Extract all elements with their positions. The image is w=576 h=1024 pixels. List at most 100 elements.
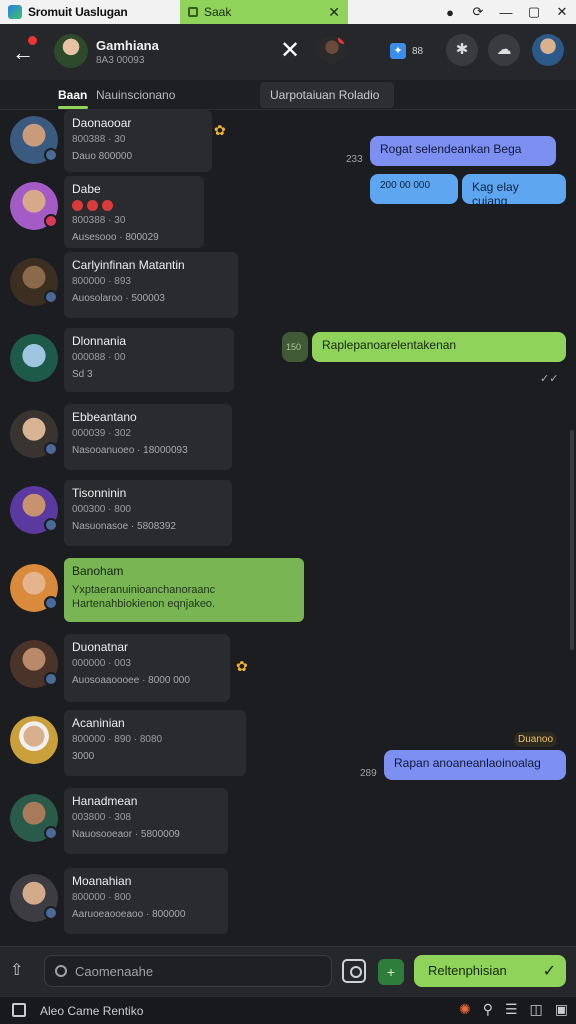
list-item[interactable]: Dabe 800388 · 30 Ausesooo · 800029 — [0, 176, 250, 254]
add-button[interactable]: + — [378, 959, 404, 985]
read-receipt-icon: ✓✓ — [540, 373, 559, 385]
status-dot — [44, 290, 58, 304]
list-item[interactable]: Dlonnania 000088 · 00 Sd 3 — [0, 328, 250, 406]
list-item[interactable]: Tisonninin 000300 · 800 Nasuonasoe · 580… — [0, 480, 250, 558]
message-time: 289 — [360, 768, 377, 779]
chat-name: Acaninian — [72, 716, 125, 730]
message-time: 233 — [346, 154, 363, 165]
minimize-button[interactable]: — — [492, 5, 520, 20]
status-dot — [44, 672, 58, 686]
app-name: Sromuit Uaslugan — [28, 5, 128, 19]
chat-sub: 800000 · 890 · 8080 — [72, 734, 163, 745]
chat-name: Ebbeantano — [72, 410, 137, 424]
participant-badge — [338, 36, 346, 44]
split-view-icon[interactable]: ◫ — [530, 1001, 543, 1018]
chat-card[interactable]: Carlyinfinan Matantin 800000 · 893 Auoso… — [64, 252, 238, 318]
chat-meta: Nasuonasoe · 5808392 — [72, 521, 176, 532]
scrollbar[interactable] — [570, 430, 574, 650]
chat-card[interactable]: Hanadmean 003800 · 308 Nauosooeaor · 580… — [64, 788, 228, 854]
camera-icon[interactable] — [342, 959, 366, 983]
chat-name: Dlonnania — [72, 334, 127, 348]
tab-right[interactable]: Uarpotaiuan Roladio — [260, 82, 394, 108]
chat-meta: Nasooanuoeo · 18000093 — [72, 445, 188, 456]
tab-close-icon[interactable]: ✕ — [328, 4, 340, 21]
chat-card[interactable]: Tisonninin 000300 · 800 Nasuonasoe · 580… — [64, 480, 232, 546]
status-dot — [44, 596, 58, 610]
list-item[interactable]: Carlyinfinan Matantin 800000 · 893 Auoso… — [0, 252, 250, 330]
message-input-placeholder: Caomenaahe — [75, 963, 154, 979]
chat-sub: 800000 · 893 — [72, 276, 131, 287]
chat-card[interactable]: Acaninian 800000 · 890 · 8080 3000 — [64, 710, 246, 776]
message-bubble[interactable]: Rapan anoaneanlaoinoalag — [384, 750, 566, 780]
window-icon[interactable]: ▣ — [555, 1001, 568, 1018]
close-icon[interactable]: ✕ — [280, 36, 300, 65]
list-item[interactable]: Banoham Yxptaeranuinioanchanoraanc Harte… — [0, 558, 304, 636]
list-item[interactable]: Moanahian 800000 · 800 Aaruoeaooeaoo · 8… — [0, 868, 250, 946]
chat-meta: Aaruoeaooeaoo · 800000 — [72, 909, 186, 920]
maximize-button[interactable]: ▢ — [520, 4, 548, 20]
status-dot — [44, 906, 58, 920]
reaction-icon: ✿ — [214, 122, 226, 138]
participant-avatar[interactable] — [318, 36, 346, 64]
puzzle-icon[interactable]: ✱ — [446, 34, 478, 66]
chat-card[interactable]: Dabe 800388 · 30 Ausesooo · 800029 — [64, 176, 204, 248]
chat-sub: 800000 · 800 — [72, 892, 131, 903]
status-dot — [44, 826, 58, 840]
chat-name: Tisonninin — [72, 486, 127, 500]
chat-meta: Ausesooo · 800029 — [72, 232, 159, 243]
pin-icon[interactable]: ⚲ — [483, 1001, 493, 1018]
chat-meta: Hartenahbiokienon eqnjakeo. — [72, 598, 216, 610]
chat-sub: 800388 · 30 — [72, 134, 126, 145]
chat-name: Duonatnar — [72, 640, 129, 654]
contact-avatar[interactable] — [54, 34, 88, 68]
menu-icon[interactable]: ☰ — [505, 1001, 518, 1018]
chat-meta: 3000 — [72, 751, 95, 762]
chat-meta: Auosolaroo · 500003 — [72, 293, 165, 304]
chat-header: ← Gamhiana 8A3 00093 ✕ ✦ 88 ✱ ☁ — [0, 24, 576, 80]
sun-icon[interactable]: ✺ — [459, 1001, 471, 1018]
message-input[interactable]: Caomenaahe — [44, 955, 332, 987]
chat-name: Daonaooar — [72, 116, 132, 130]
chat-sub: 000088 · 00 — [72, 352, 126, 363]
flame-icon[interactable]: ● — [436, 5, 464, 20]
window-icon[interactable] — [12, 1003, 26, 1017]
chat-card[interactable]: Ebbeantano 000039 · 302 Nasooanuoeo · 18… — [64, 404, 232, 470]
chat-card[interactable]: Daonaooar 800388 · 30 Dauo 800000 — [64, 110, 212, 172]
chat-name: Banoham — [72, 564, 124, 578]
refresh-icon[interactable]: ⟳ — [464, 4, 492, 20]
cloud-icon[interactable]: ☁ — [488, 34, 520, 66]
back-button[interactable]: ← — [12, 36, 37, 66]
message-bubble[interactable]: Kag elay cuiang — [462, 174, 566, 208]
chat-card-highlighted[interactable]: Banoham Yxptaeranuinioanchanoraanc Harte… — [64, 558, 304, 622]
browser-tab[interactable]: Saak ✕ — [180, 0, 348, 24]
chat-name: Moanahian — [72, 874, 132, 888]
chat-card[interactable]: Duonatnar 000000 · 003 Auosoaaoooee · 80… — [64, 634, 230, 702]
chat-card[interactable]: Dlonnania 000088 · 00 Sd 3 — [64, 328, 234, 392]
tab-secondary[interactable]: Nauinscionano — [96, 88, 175, 102]
share-button[interactable]: ✦ 88 — [390, 42, 430, 60]
close-window-button[interactable]: ✕ — [548, 4, 576, 20]
message-bubble[interactable]: Rogat selendeankan Bega — [370, 136, 556, 166]
tab-icon — [188, 7, 198, 17]
list-item[interactable]: Duonatnar 000000 · 003 Auosoaaoooee · 80… — [0, 634, 250, 712]
chat-card[interactable]: Moanahian 800000 · 800 Aaruoeaooeaoo · 8… — [64, 868, 228, 934]
list-item[interactable]: Acaninian 800000 · 890 · 8080 3000 — [0, 710, 250, 788]
conversation-area: Daonaooar 800388 · 30 Dauo 800000 ✿ Dabe… — [0, 110, 576, 946]
attach-icon[interactable]: ⇧ — [10, 960, 32, 982]
chat-name: Carlyinfinan Matantin — [72, 258, 185, 272]
contact-name: Gamhiana — [96, 38, 159, 53]
send-button[interactable]: Reltenphisian ✓ — [414, 955, 566, 987]
contact-status: 8A3 00093 — [96, 55, 145, 66]
app-icon — [8, 5, 22, 19]
list-item[interactable]: Ebbeantano 000039 · 302 Nasooanuoeo · 18… — [0, 404, 250, 482]
message-bubble[interactable]: Raplepanoarelentakenan — [312, 332, 566, 362]
tab-main[interactable]: Baan — [58, 88, 87, 102]
chat-meta: Auosoaaoooee · 8000 000 — [72, 675, 190, 686]
chat-meta: Dauo 800000 — [72, 151, 133, 162]
message-bubble[interactable]: 200 00 000 — [370, 174, 458, 204]
tab-label: Saak — [204, 5, 232, 19]
list-item[interactable]: Hanadmean 003800 · 308 Nauosooeaor · 580… — [0, 788, 250, 866]
profile-avatar[interactable] — [532, 34, 564, 66]
window-titlebar: Sromuit Uaslugan Saak ✕ ● ⟳ — ▢ ✕ — [0, 0, 576, 24]
status-dot — [44, 442, 58, 456]
